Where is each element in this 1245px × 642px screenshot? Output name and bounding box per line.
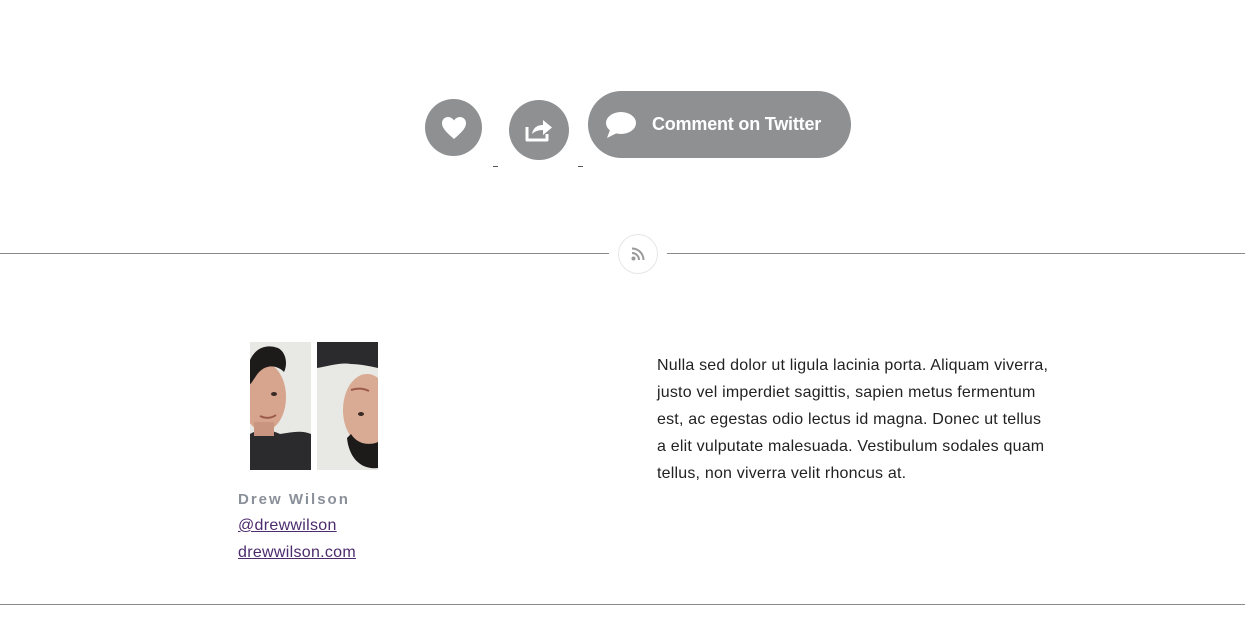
avatar-photo-right [317, 342, 378, 470]
avatar-photo-left [250, 342, 311, 470]
comment-on-twitter-button[interactable]: Comment on Twitter [588, 91, 851, 158]
author-twitter-link[interactable]: @drewwilson [238, 517, 337, 535]
link-underline [578, 166, 583, 167]
share-button[interactable] [509, 100, 569, 160]
author-bio: Nulla sed dolor ut ligula lacinia porta.… [657, 357, 1049, 482]
like-button[interactable] [425, 99, 482, 156]
comment-button-label: Comment on Twitter [652, 114, 822, 134]
heart-icon [441, 116, 466, 139]
author-avatar [250, 342, 379, 470]
rss-feed-button[interactable] [618, 234, 658, 274]
section-divider-right [667, 253, 1245, 254]
speech-bubble-icon [604, 110, 638, 140]
link-underline [493, 166, 498, 167]
author-name: Drew Wilson [238, 491, 350, 508]
rss-icon [631, 247, 645, 261]
section-divider-left [0, 253, 609, 254]
post-actions: Comment on Twitter [0, 0, 1245, 200]
footer-divider [0, 604, 1245, 605]
share-arrow-icon [525, 120, 552, 142]
author-website-link[interactable]: drewwilson.com [238, 544, 356, 562]
